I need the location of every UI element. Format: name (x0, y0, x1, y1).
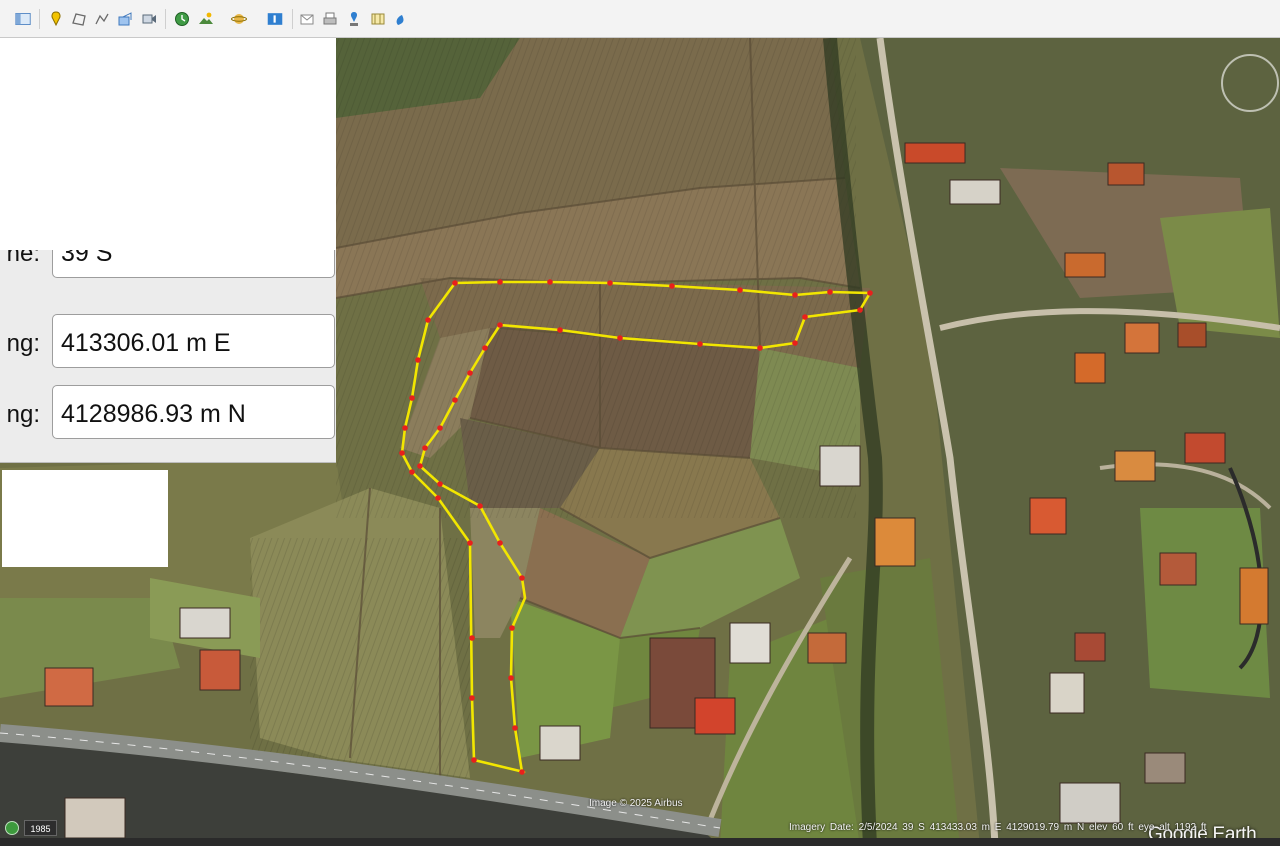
email-button[interactable] (299, 11, 315, 27)
zone-label: ne: (6, 250, 40, 267)
path-icon (94, 11, 110, 27)
ruler-icon (267, 11, 283, 27)
image-icon (346, 11, 362, 27)
record-tour-button[interactable] (141, 11, 157, 27)
ruler-button[interactable] (264, 11, 286, 27)
planet-icon (231, 11, 247, 27)
toolbar-separator (39, 9, 40, 29)
easting-field[interactable]: 413306.01 m E (52, 314, 335, 368)
sunlight-button[interactable] (198, 11, 214, 27)
clock-icon (174, 11, 190, 27)
email-icon (299, 11, 315, 27)
gallery-icon (394, 11, 410, 27)
add-path-button[interactable] (94, 11, 110, 27)
print-icon (322, 11, 338, 27)
maps-icon (370, 11, 386, 27)
placemark-icon (48, 11, 64, 27)
redacted-panel (2, 470, 168, 567)
historical-year-badge[interactable]: 1985 (24, 820, 57, 836)
coordinate-panel: ne: 39 S ng: 413306.01 m E ng: 4128986.9… (0, 250, 336, 463)
earth-gallery-button[interactable] (394, 11, 410, 27)
historical-imagery-button[interactable] (174, 11, 190, 27)
tour-icon (141, 11, 157, 27)
imagery-attribution: Image © 2025 Airbus (589, 798, 683, 809)
status-text: Imagery Date: 2/5/2024 39 S 413433.03 m … (789, 822, 1207, 833)
redacted-panel (0, 38, 336, 250)
view-in-maps-button[interactable] (370, 11, 386, 27)
status-bar: 1985 Imagery Date: 2/5/2024 39 S 413433.… (0, 818, 1280, 838)
historical-imagery-icon[interactable] (5, 821, 19, 835)
sidebar-toggle-button[interactable] (13, 11, 33, 27)
save-image-button[interactable] (346, 11, 362, 27)
toolbar-separator (165, 9, 166, 29)
zone-field[interactable]: 39 S (52, 250, 335, 278)
northing-label: ng: (6, 401, 40, 428)
switch-to-sky-button[interactable] (231, 11, 247, 27)
sidebar-icon (15, 11, 31, 27)
polygon-icon (71, 11, 87, 27)
overlay-icon (117, 11, 133, 27)
toolbar (0, 0, 1280, 38)
add-overlay-button[interactable] (117, 11, 133, 27)
taskbar-strip (0, 838, 1280, 846)
northing-row: ng: 4128986.93 m N (0, 385, 336, 441)
easting-label: ng: (6, 330, 40, 357)
add-placemark-button[interactable] (48, 11, 64, 27)
zone-row: ne: 39 S (0, 250, 336, 280)
sun-icon (198, 11, 214, 27)
easting-row: ng: 413306.01 m E (0, 314, 336, 370)
northing-field[interactable]: 4128986.93 m N (52, 385, 335, 439)
toolbar-separator (292, 9, 293, 29)
print-button[interactable] (322, 11, 338, 27)
add-polygon-button[interactable] (71, 11, 87, 27)
